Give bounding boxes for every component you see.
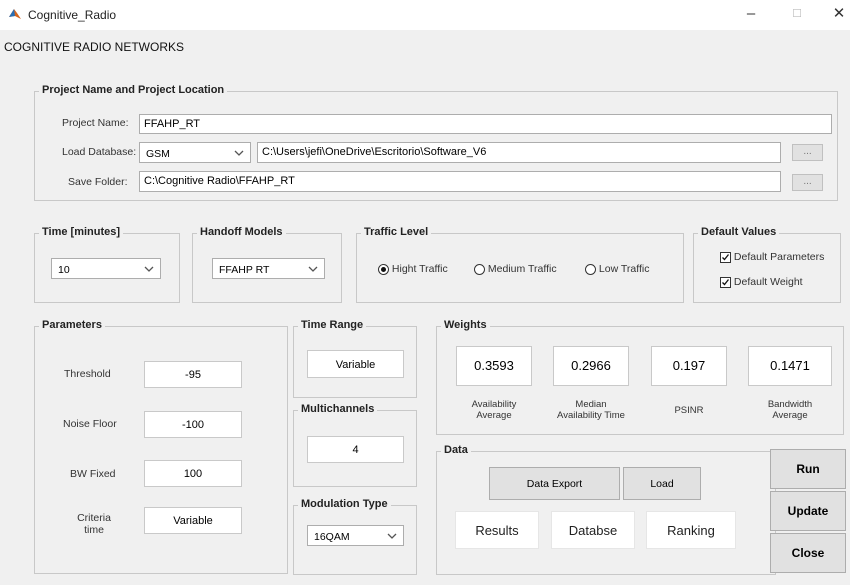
radio-unselected-icon [474, 263, 485, 275]
modulation-dropdown[interactable]: 16QAM [307, 525, 404, 546]
availability-average-caption: Availability Average [471, 399, 517, 421]
default-values-panel: Default Values [693, 226, 841, 303]
close-window-button[interactable]: ✕ [824, 4, 850, 24]
default-parameters-label: Default Parameters [733, 251, 825, 263]
database-button[interactable]: Databse [551, 511, 635, 549]
close-button[interactable]: Close [770, 533, 846, 573]
psinr-caption: PSINR [674, 405, 704, 416]
save-folder-label: Save Folder: [68, 176, 128, 188]
noise-floor-input[interactable]: -100 [144, 411, 242, 438]
handoff-model-dropdown[interactable]: FFAHP RT [212, 258, 325, 279]
project-name-input[interactable]: FFAHP_RT [139, 114, 832, 134]
default-weight-label: Default Weight [733, 276, 803, 288]
time-dropdown[interactable]: 10 [51, 258, 161, 279]
checkmark-icon [720, 251, 731, 263]
median-availability-caption: Median Availability Time [557, 399, 625, 421]
database-dropdown[interactable]: GSM [139, 142, 251, 163]
browse-save-folder-button[interactable]: ... [792, 174, 823, 191]
chevron-down-icon [143, 263, 155, 275]
bw-fixed-label: BW Fixed [70, 468, 116, 480]
criteria-time-input[interactable]: Variable [144, 507, 242, 534]
multichannels-legend: Multichannels [298, 403, 378, 415]
radio-low-traffic[interactable]: Low Traffic [585, 263, 650, 275]
database-selected: GSM [146, 148, 170, 160]
run-button[interactable]: Run [770, 449, 846, 489]
data-panel-legend: Data [441, 444, 471, 456]
browse-database-button[interactable]: ... [792, 144, 823, 161]
bandwidth-average-caption: Bandwidth Average [767, 399, 813, 421]
modulation-legend: Modulation Type [298, 498, 391, 510]
weight-psinr: 0.197 [651, 346, 727, 386]
criteria-time-label: Criteria time [77, 512, 111, 536]
save-folder-input[interactable]: C:\Cognitive Radio\FFAHP_RT [139, 171, 781, 192]
load-database-label: Load Database: [62, 146, 137, 158]
app-heading: COGNITIVE RADIO NETWORKS [4, 40, 185, 54]
default-weight-checkbox[interactable]: Default Weight [720, 276, 803, 288]
threshold-label: Threshold [64, 368, 111, 380]
weights-legend: Weights [441, 319, 490, 331]
parameters-panel-legend: Parameters [39, 319, 105, 331]
chevron-down-icon [386, 530, 398, 542]
checkmark-icon [720, 276, 731, 288]
maximize-button[interactable]: ☐ [782, 4, 812, 24]
project-name-label: Project Name: [62, 117, 129, 129]
minimize-button[interactable]: – [736, 4, 766, 24]
threshold-input[interactable]: -95 [144, 361, 242, 388]
handoff-panel-legend: Handoff Models [197, 226, 286, 238]
title-bar [0, 0, 850, 30]
traffic-panel-legend: Traffic Level [361, 226, 432, 238]
results-button[interactable]: Results [455, 511, 539, 549]
radio-medium-traffic-label: Medium Traffic [487, 263, 557, 275]
multichannels-input[interactable]: 4 [307, 436, 404, 463]
matlab-app-icon [8, 7, 22, 21]
radio-high-traffic[interactable]: Hight Traffic [378, 263, 448, 275]
radio-selected-icon [378, 263, 389, 275]
weight-median-availability: 0.2966 [553, 346, 629, 386]
bw-fixed-input[interactable]: 100 [144, 460, 242, 487]
modulation-selected: 16QAM [314, 531, 350, 543]
noise-floor-label: Noise Floor [63, 418, 117, 430]
radio-high-traffic-label: Hight Traffic [391, 263, 448, 275]
time-range-input[interactable]: Variable [307, 350, 404, 378]
weight-bandwidth-average: 0.1471 [748, 346, 832, 386]
chevron-down-icon [307, 263, 319, 275]
radio-medium-traffic[interactable]: Medium Traffic [474, 263, 557, 275]
default-values-legend: Default Values [698, 226, 780, 238]
default-parameters-checkbox[interactable]: Default Parameters [720, 251, 824, 263]
ranking-button[interactable]: Ranking [646, 511, 736, 549]
time-range-legend: Time Range [298, 319, 367, 331]
weight-availability-average: 0.3593 [456, 346, 532, 386]
window-title: Cognitive_Radio [28, 8, 117, 22]
chevron-down-icon [233, 147, 245, 159]
time-panel-legend: Time [minutes] [39, 226, 124, 238]
time-selected: 10 [58, 264, 70, 276]
database-path-input[interactable]: C:\Users\jefi\OneDrive\Escritorio\Softwa… [257, 142, 781, 163]
project-panel-legend: Project Name and Project Location [39, 84, 228, 96]
load-button[interactable]: Load [623, 467, 701, 500]
radio-unselected-icon [585, 263, 596, 275]
update-button[interactable]: Update [770, 491, 846, 531]
radio-low-traffic-label: Low Traffic [598, 263, 650, 275]
data-export-button[interactable]: Data Export [489, 467, 620, 500]
handoff-selected: FFAHP RT [219, 264, 270, 276]
